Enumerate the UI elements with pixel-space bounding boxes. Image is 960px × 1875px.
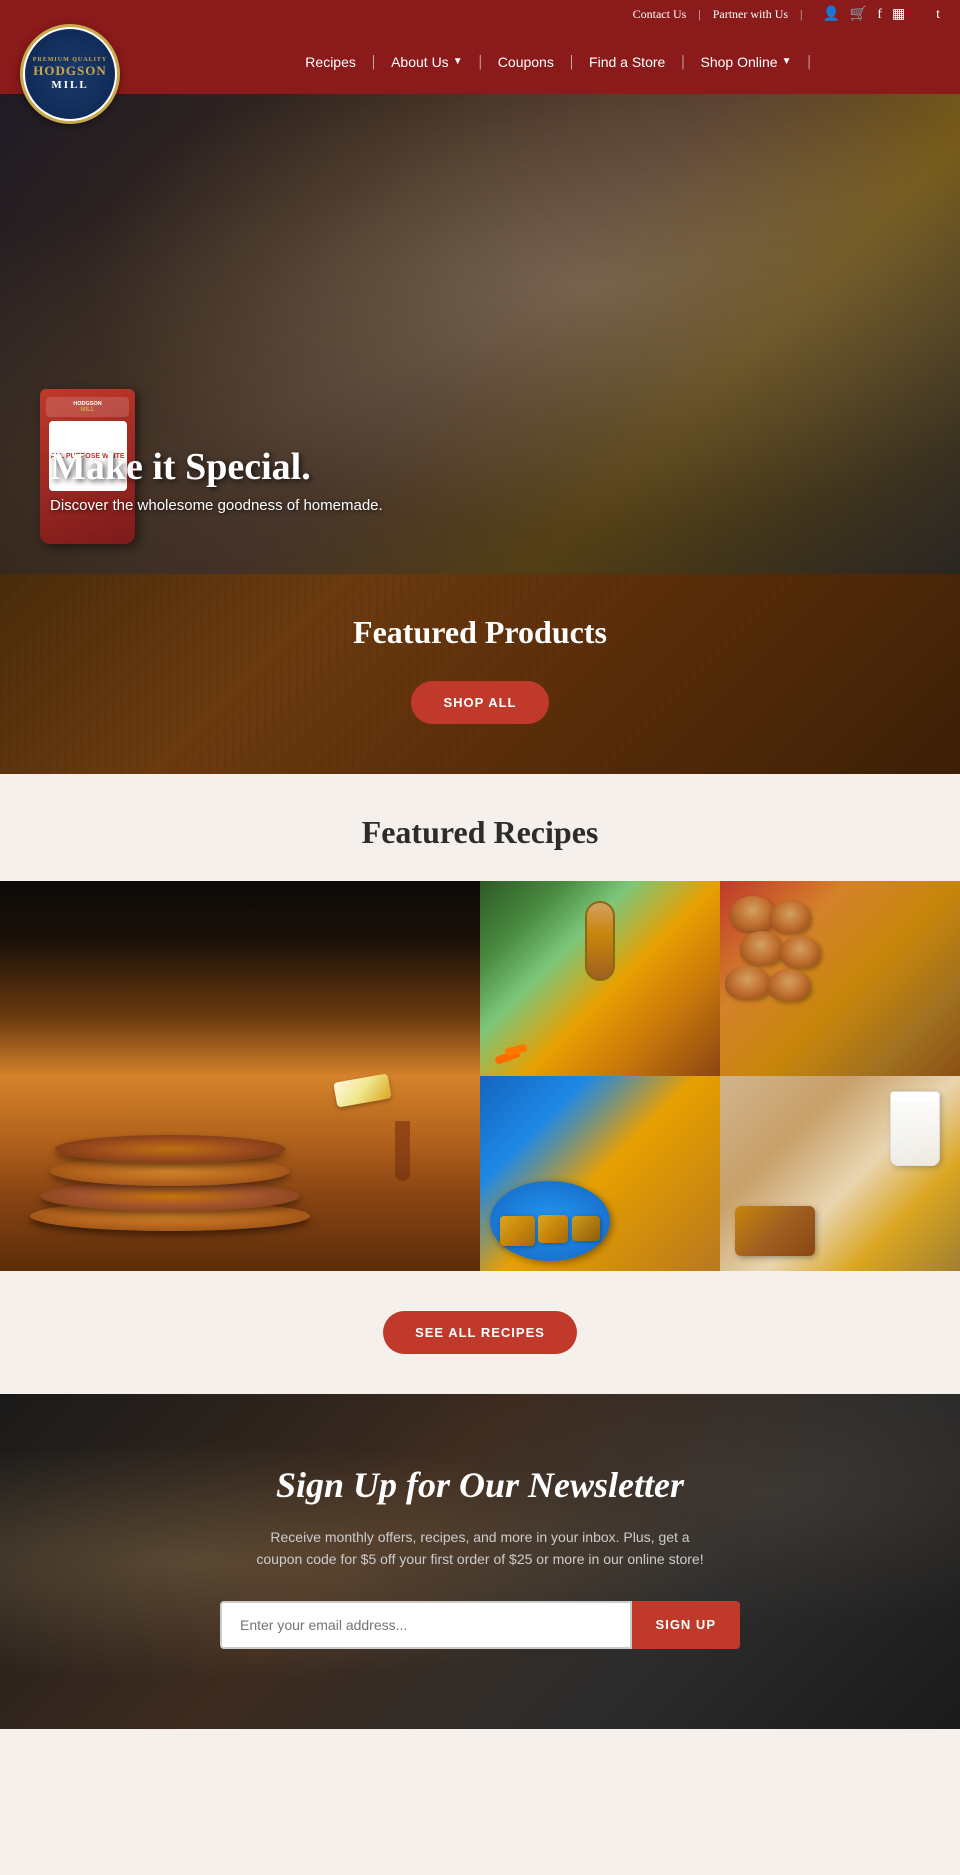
contact-us-link[interactable]: Contact Us — [633, 7, 687, 22]
cookie-item — [735, 1206, 815, 1256]
milk-top — [891, 1092, 939, 1102]
smoothie-image — [480, 881, 720, 1076]
roll-5 — [725, 966, 770, 999]
milk-glass — [890, 1091, 940, 1166]
bread-image — [720, 881, 960, 1076]
roll-1 — [730, 896, 775, 931]
cornbread-image — [480, 1076, 720, 1271]
nav-coupons[interactable]: Coupons — [482, 54, 570, 70]
main-nav: PREMIUM QUALITY HODGSON MILL Recipes | A… — [0, 29, 960, 94]
hero-text: Make it Special. Discover the wholesome … — [50, 445, 383, 514]
cornbread-1 — [500, 1216, 535, 1246]
logo-mill: MILL — [51, 79, 88, 91]
hero-section: HODGSON MILL ALL PURPOSE WHITE Make it S… — [0, 94, 960, 574]
featured-recipes-title: Featured Recipes — [0, 814, 960, 851]
shop-arrow: ▼ — [782, 56, 792, 67]
recipe-bread[interactable] — [720, 881, 960, 1076]
facebook-icon[interactable]: f — [877, 7, 882, 23]
nav-find-store[interactable]: Find a Store — [573, 54, 681, 70]
glass-sim — [585, 901, 615, 981]
about-arrow: ▼ — [453, 56, 463, 67]
cart-icon[interactable]: 🛒 — [850, 6, 867, 23]
signup-button[interactable]: SIGN UP — [632, 1601, 740, 1649]
nav-links: Recipes | About Us ▼ | Coupons | Find a … — [160, 53, 940, 71]
twitter-icon[interactable]: t — [936, 7, 940, 23]
newsletter-section: Sign Up for Our Newsletter Receive month… — [0, 1394, 960, 1729]
hero-subtitle: Discover the wholesome goodness of homem… — [50, 497, 383, 514]
syrup-drip — [395, 1121, 410, 1181]
featured-products-section: Featured Products SHOP ALL — [0, 574, 960, 774]
recipe-cornbread[interactable] — [480, 1076, 720, 1271]
butter-pat — [333, 1073, 392, 1107]
partner-link[interactable]: Partner with Us — [713, 7, 788, 22]
see-all-recipes-button[interactable]: SEE ALL RECIPES — [383, 1311, 577, 1354]
featured-products-title: Featured Products — [20, 614, 940, 651]
divider-2: | — [800, 7, 802, 22]
recipe-grid — [0, 881, 960, 1271]
bag-header: HODGSON MILL — [46, 397, 129, 417]
roll-3 — [740, 931, 782, 965]
roll-2 — [770, 901, 810, 933]
top-icons: 👤 🛒 f ▦  t — [822, 6, 940, 23]
logo-area[interactable]: PREMIUM QUALITY HODGSON MILL — [20, 24, 120, 124]
bag-mill: MILL — [50, 407, 125, 413]
nav-shop-online[interactable]: Shop Online ▼ — [685, 54, 808, 70]
logo-hodgson: HODGSON — [33, 63, 106, 79]
nav-recipes-label: Recipes — [305, 54, 356, 70]
milk-image — [720, 1076, 960, 1271]
pancake-image — [0, 881, 480, 1271]
cornbread-3 — [572, 1216, 600, 1241]
pinterest-icon[interactable]:  — [915, 7, 926, 23]
nav-coupons-label: Coupons — [498, 54, 554, 70]
cornbread-2 — [538, 1215, 568, 1243]
pancake-4 — [55, 1135, 285, 1163]
instagram-icon[interactable]: ▦ — [892, 6, 905, 23]
hero-title: Make it Special. — [50, 445, 383, 489]
newsletter-form: SIGN UP — [220, 1601, 740, 1649]
recipe-milk[interactable] — [720, 1076, 960, 1271]
roll-4 — [780, 936, 820, 968]
recipes-cta: SEE ALL RECIPES — [0, 1271, 960, 1394]
nav-about[interactable]: About Us ▼ — [375, 54, 479, 70]
nav-find-store-label: Find a Store — [589, 54, 665, 70]
user-icon[interactable]: 👤 — [822, 6, 839, 23]
nav-shop-online-label: Shop Online — [701, 54, 778, 70]
logo-circle: PREMIUM QUALITY HODGSON MILL — [20, 24, 120, 124]
newsletter-content: Sign Up for Our Newsletter Receive month… — [30, 1464, 930, 1649]
roll-6 — [768, 969, 810, 1001]
divider-1: | — [698, 7, 700, 22]
email-input[interactable] — [220, 1601, 632, 1649]
newsletter-description: Receive monthly offers, recipes, and mor… — [255, 1526, 705, 1571]
recipe-smoothie[interactable] — [480, 881, 720, 1076]
top-bar: Contact Us | Partner with Us | 👤 🛒 f ▦ … — [0, 0, 960, 29]
nav-about-label: About Us — [391, 54, 449, 70]
nav-recipes[interactable]: Recipes — [289, 54, 372, 70]
featured-recipes-section: Featured Recipes — [0, 774, 960, 1394]
newsletter-title: Sign Up for Our Newsletter — [30, 1464, 930, 1506]
logo-inner: PREMIUM QUALITY HODGSON MILL — [25, 29, 115, 119]
shop-all-button[interactable]: SHOP ALL — [411, 681, 548, 724]
nav-sep-5: | — [807, 53, 810, 71]
recipe-small-grid — [480, 881, 960, 1271]
recipe-main[interactable] — [0, 881, 480, 1271]
